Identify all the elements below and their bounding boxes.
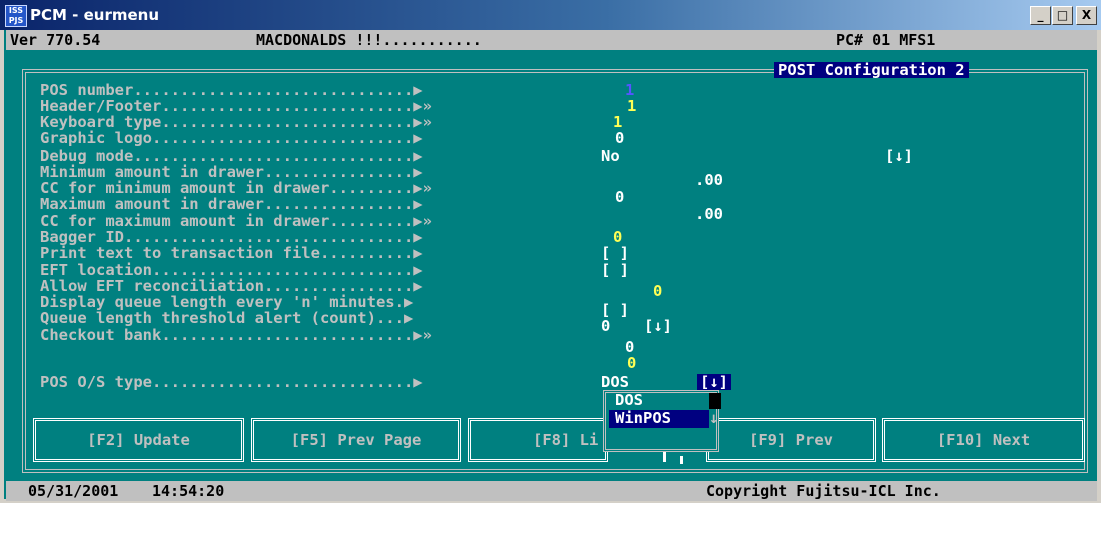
- field-label-min-amount: Minimum amount in drawer................…: [40, 163, 423, 181]
- maximize-button[interactable]: □: [1052, 6, 1073, 25]
- cc-max-amount-value[interactable]: 0: [613, 229, 622, 245]
- display-queue-value[interactable]: 0: [601, 318, 610, 334]
- cc-min-amount-value[interactable]: 0: [615, 189, 624, 205]
- dropdown-option-winpos[interactable]: WinPOS: [609, 410, 709, 428]
- status-time: 14:54:20: [152, 482, 225, 500]
- queue-threshold-value[interactable]: 0: [625, 339, 634, 355]
- field-label-cc-max-amount: CC for maximum amount in drawer.........…: [40, 212, 432, 230]
- copyright-text: Copyright Fujitsu-ICL Inc.: [706, 482, 941, 500]
- debug-mode-dropdown-button[interactable]: [↓]: [885, 148, 913, 164]
- pos-os-type-value[interactable]: DOS: [601, 374, 629, 390]
- title-bar[interactable]: [0, 0, 1101, 30]
- f2-update-button[interactable]: [F2] Update: [33, 418, 244, 462]
- minimize-button[interactable]: _: [1030, 6, 1051, 25]
- field-label-queue-threshold: Queue length threshold alert (count)...▶: [40, 309, 414, 327]
- field-label-display-queue: Display queue length every 'n' minutes.▶: [40, 293, 414, 311]
- panel-title: POST Configuration 2: [774, 62, 969, 78]
- eft-location-value[interactable]: 0: [653, 283, 662, 299]
- debug-mode-value[interactable]: No: [601, 148, 620, 164]
- field-label-debug-mode: Debug mode..............................…: [40, 147, 423, 165]
- close-button[interactable]: X: [1076, 6, 1097, 25]
- app-icon[interactable]: ISS PJS: [5, 5, 27, 27]
- f8-list-button[interactable]: [F8] Li: [468, 418, 608, 462]
- pos-os-type-dropdown-button[interactable]: [↓]: [697, 374, 731, 390]
- field-label-bagger-id: Bagger ID...............................…: [40, 228, 423, 246]
- pc-number: PC# 01 MFS1: [836, 31, 936, 49]
- field-label-checkout-bank: Checkout bank...........................…: [40, 326, 432, 344]
- store-name: MACDONALDS !!!...........: [256, 31, 482, 49]
- f10-next-button[interactable]: [F10] Next: [882, 418, 1085, 462]
- dropdown-connector-tick: [680, 456, 683, 464]
- f9-prev-button[interactable]: [F9] Prev: [706, 418, 876, 462]
- field-label-cc-min-amount: CC for minimum amount in drawer.........…: [40, 179, 432, 197]
- window-frame-right: [1097, 30, 1101, 503]
- display-queue-dropdown-button[interactable]: [↓]: [644, 318, 672, 334]
- max-amount-value[interactable]: .00: [695, 206, 723, 222]
- keyboard-type-value[interactable]: 1: [613, 114, 622, 130]
- field-label-eft-location: EFT location............................…: [40, 261, 423, 279]
- graphic-logo-value[interactable]: 0: [615, 130, 624, 146]
- header-footer-value[interactable]: 1: [627, 98, 636, 114]
- header-bar: Ver 770.54 MACDONALDS !!!........... PC#…: [6, 30, 1097, 50]
- checkout-bank-value[interactable]: 0: [627, 355, 636, 371]
- field-label-max-amount: Maximum amount in drawer................…: [40, 195, 423, 213]
- scroll-down-arrow-icon[interactable]: ↓: [709, 410, 718, 426]
- allow-eft-checkbox[interactable]: [ ]: [601, 302, 629, 318]
- field-label-header-footer: Header/Footer...........................…: [40, 97, 432, 115]
- f5-prev-page-button[interactable]: [F5] Prev Page: [251, 418, 461, 462]
- dropdown-option-dos[interactable]: DOS: [615, 392, 643, 408]
- bagger-id-checkbox[interactable]: [ ]: [601, 245, 629, 261]
- pos-number-value[interactable]: 1: [625, 82, 634, 98]
- field-label-keyboard-type: Keyboard type...........................…: [40, 113, 432, 131]
- dropdown-scrollbar-thumb[interactable]: [709, 393, 721, 409]
- field-label-pos-os-type: POS O/S type............................…: [40, 373, 423, 391]
- status-bar: 05/31/2001 14:54:20 Copyright Fujitsu-IC…: [6, 481, 1097, 501]
- status-date: 05/31/2001: [28, 482, 119, 500]
- field-label-print-text: Print text to transaction file..........…: [40, 244, 423, 262]
- version-text: Ver 770.54: [10, 31, 101, 49]
- field-label-pos-number: POS number..............................…: [40, 81, 423, 99]
- dropdown-connector: [663, 452, 666, 462]
- field-label-graphic-logo: Graphic logo............................…: [40, 129, 423, 147]
- min-amount-value[interactable]: .00: [695, 172, 723, 188]
- field-label-allow-eft: Allow EFT reconciliation................…: [40, 277, 423, 295]
- window-title: PCM - eurmenu: [30, 6, 160, 24]
- print-text-checkbox[interactable]: [ ]: [601, 262, 629, 278]
